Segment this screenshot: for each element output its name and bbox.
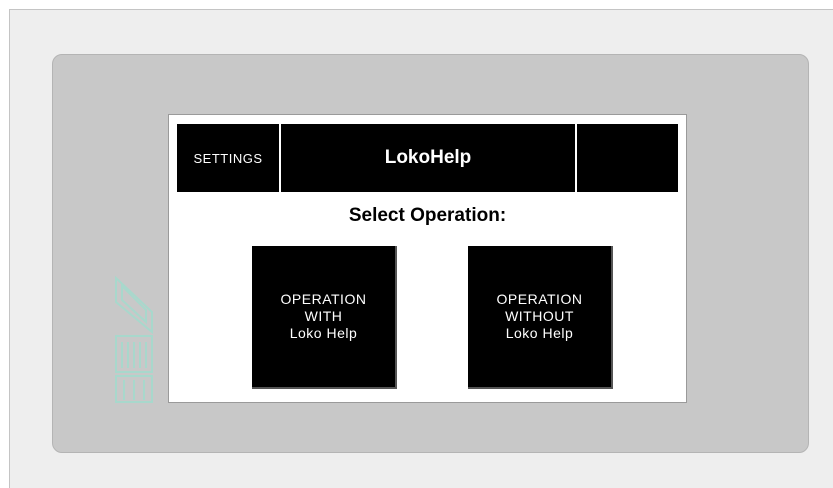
header-empty-button[interactable] (575, 124, 678, 192)
operation-without-lokohelp-button[interactable]: OPERATION WITHOUT Loko Help (466, 244, 611, 387)
brand-logo-icon (115, 275, 153, 403)
header-bar: SETTINGS LokoHelp (177, 124, 678, 192)
app-title: LokoHelp (384, 147, 472, 168)
operation-with-label: OPERATION WITH Loko Help (280, 291, 367, 341)
settings-button[interactable]: SETTINGS (177, 124, 281, 192)
select-operation-heading: Select Operation: (348, 205, 507, 226)
operation-without-label: OPERATION WITHOUT Loko Help (496, 291, 583, 341)
hmi-screen: SETTINGS LokoHelp Select Operation: OPER… (168, 114, 687, 403)
operation-with-lokohelp-button[interactable]: OPERATION WITH Loko Help (250, 244, 395, 387)
